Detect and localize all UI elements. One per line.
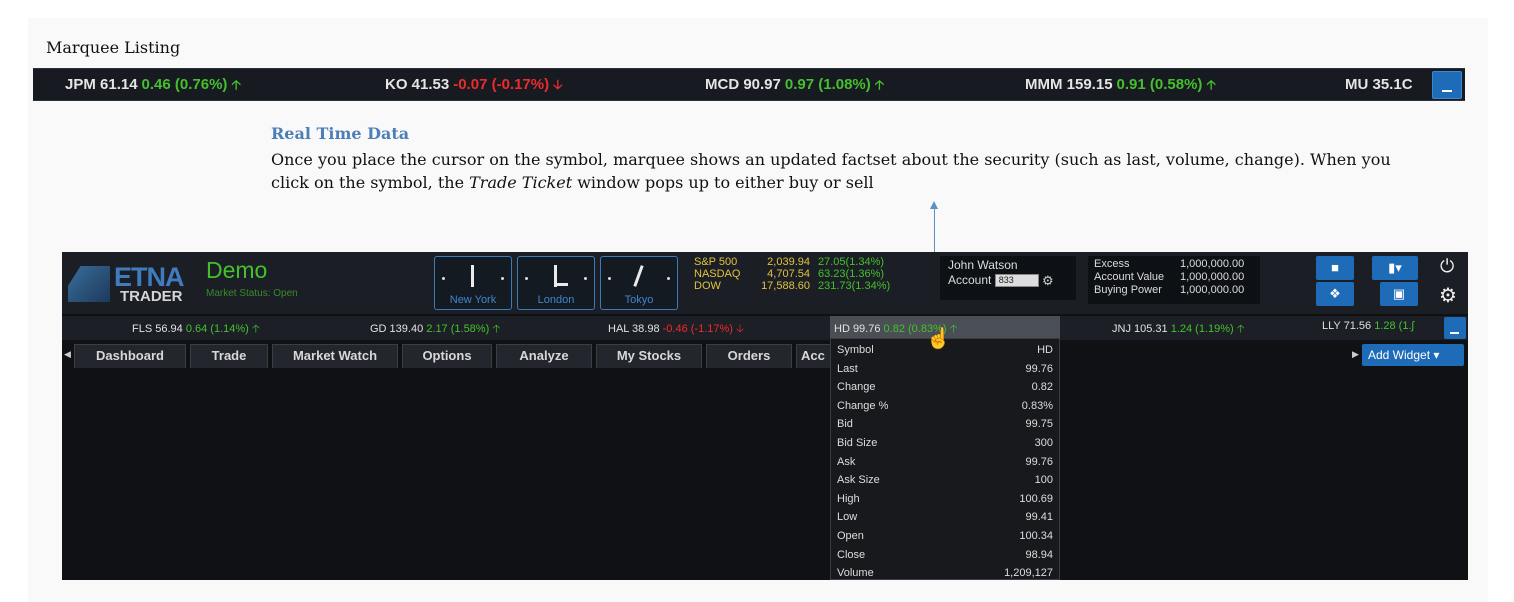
- power-icon[interactable]: ⏻: [1440, 256, 1454, 277]
- save-button[interactable]: ▣: [1380, 282, 1418, 306]
- tooltip-row: High 100.69: [837, 492, 1053, 505]
- marquee-item[interactable]: MU 35.1С: [1345, 76, 1417, 93]
- logo-mark-icon: [68, 266, 110, 302]
- pin-icon: ❖: [1329, 286, 1341, 301]
- tooltip-row: Open 100.34: [837, 529, 1053, 542]
- marquee-item[interactable]: JNJ 105.31 1.24 (1.19%) 🡡: [1112, 320, 1245, 339]
- account-select[interactable]: 833: [994, 274, 1039, 288]
- marquee-item[interactable]: JPM 61.14 0.46 (0.76%) 🡡: [65, 76, 245, 98]
- etna-trader-window: ETNA TRADER Demo Market Status: Open New…: [62, 252, 1468, 580]
- tooltip-row: Bid 99.75: [837, 418, 1053, 431]
- tooltip-row: Close 98.94: [837, 548, 1053, 561]
- marquee-caption: Marquee Listing: [46, 38, 181, 57]
- down-arrow-icon: 🡣: [553, 77, 563, 92]
- clock-london[interactable]: London: [517, 256, 595, 310]
- chat-button[interactable]: ■: [1316, 256, 1354, 280]
- marquee-item[interactable]: HAL 38.98 -0.46 (-1.17%) 🡣: [608, 320, 744, 339]
- up-arrow-icon: 🡡: [1236, 323, 1245, 335]
- marquee-item[interactable]: LLY 71.56 1.28 (1.ʃ: [1322, 320, 1414, 332]
- clock-new-york[interactable]: New York: [434, 256, 512, 310]
- tooltip-row: Volume 1,209,127: [837, 567, 1053, 580]
- user-name: John Watson: [948, 258, 1018, 272]
- hand-cursor-icon: ☝: [926, 328, 951, 350]
- market-indices: S&P 500 2,039.94 27.05(1.34%) NASDAQ 4,707.…: [694, 256, 891, 292]
- tooltip-row: Ask Size 100: [837, 474, 1053, 487]
- tab-my-stocks[interactable]: My Stocks: [596, 344, 702, 368]
- tooltip-row: Change % 0.83%: [837, 399, 1053, 412]
- gear-icon[interactable]: ⚙: [1439, 283, 1457, 308]
- tooltip-row: Ask 99.76: [837, 455, 1053, 468]
- tab-options[interactable]: Options: [402, 344, 492, 368]
- tab-analyze[interactable]: Analyze: [496, 344, 592, 368]
- marquee-bar: JPM 61.14 0.46 (0.76%) 🡡 KO 41.53 -0.07 (-0…: [33, 68, 1465, 101]
- pin-button[interactable]: ❖: [1316, 282, 1354, 306]
- app-header: ETNA TRADER Demo Market Status: Open New…: [62, 252, 1468, 314]
- tab-dashboard[interactable]: Dashboard: [74, 344, 186, 368]
- tooltip-row: Low 99.41: [837, 511, 1053, 524]
- tooltip-row: Bid Size 300: [837, 436, 1053, 449]
- marquee-item[interactable]: GD 139.40 2.17 (1.58%) 🡡: [370, 320, 500, 339]
- minimize-button[interactable]: [1432, 71, 1462, 99]
- tab-trade[interactable]: Trade: [190, 344, 268, 368]
- clock-icon: [471, 265, 474, 287]
- up-arrow-icon: 🡡: [231, 77, 241, 92]
- tooltip-row: Last 99.76: [837, 362, 1053, 375]
- app-marquee: FLS 56.94 0.64 (1.14%) 🡡 GD 139.40 2.17 …: [62, 316, 1468, 340]
- marquee-item[interactable]: KO 41.53 -0.07 (-0.17%) 🡣: [385, 76, 566, 98]
- symbol-tooltip: Symbol HD Last 99.76 Change 0.82 Change % 0.…: [830, 338, 1060, 580]
- chat-icon: ■: [1331, 260, 1339, 275]
- add-widget-button[interactable]: Add Widget ▾: [1362, 344, 1464, 366]
- balances-panel: Excess 1,000,000.00 Account Value 1,000,00…: [1088, 256, 1260, 304]
- chevron-down-icon: ▾: [1433, 348, 1440, 362]
- up-arrow-icon: 🡡: [251, 323, 260, 335]
- marquee-item[interactable]: FLS 56.94 0.64 (1.14%) 🡡: [132, 320, 260, 339]
- clock-icon: [633, 265, 644, 287]
- down-arrow-icon: 🡣: [736, 323, 744, 335]
- up-arrow-icon: 🡡: [492, 323, 501, 335]
- tooltip-row: Change 0.82: [837, 381, 1053, 394]
- tab-market-watch[interactable]: Market Watch: [272, 344, 398, 368]
- annotation-title: Real Time Data: [271, 124, 410, 143]
- clock-tokyo[interactable]: Tokyo: [600, 256, 678, 310]
- user-panel: John Watson Account 833 ⚙: [940, 256, 1076, 300]
- logo: ETNA TRADER: [68, 264, 192, 304]
- scroll-right-icon[interactable]: ▶: [1352, 349, 1359, 360]
- up-arrow-icon: 🡡: [1206, 77, 1216, 92]
- save-icon: ▣: [1392, 286, 1406, 301]
- scroll-left-icon[interactable]: ◀: [64, 349, 71, 360]
- gear-icon[interactable]: ⚙: [1042, 273, 1054, 288]
- annotation-body: Once you place the cursor on the symbol,…: [271, 150, 1391, 192]
- minimize-button[interactable]: [1444, 317, 1466, 339]
- tab-bar: ◀ Dashboard Trade Market Watch Options A…: [62, 344, 1468, 370]
- language-button[interactable]: ▮▾: [1372, 256, 1418, 280]
- tab-orders[interactable]: Orders: [706, 344, 792, 368]
- up-arrow-icon: 🡡: [874, 77, 885, 92]
- marquee-item[interactable]: MMM 159.15 0.91 (0.58%) 🡡: [1025, 76, 1220, 98]
- marquee-item[interactable]: MCD 90.97 0.97 (1.08%) 🡡: [705, 76, 888, 98]
- flag-icon: ▮▾: [1388, 260, 1402, 275]
- mode-label: Demo: [206, 257, 268, 283]
- market-status: Market Status: Open: [206, 288, 298, 299]
